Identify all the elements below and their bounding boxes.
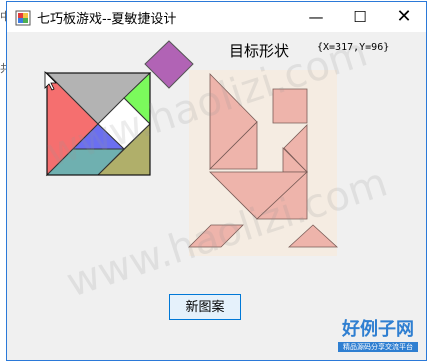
new-shape-button[interactable]: 新图案	[169, 294, 241, 320]
site-branding: 好例子网 精品源码分享交流平台	[338, 320, 418, 356]
app-window: 七巧板游戏--夏敏捷设计 — ☐ ✕ 目标形状 {X=317,Y=96} 新图案	[6, 1, 427, 361]
mouse-coords-readout: {X=317,Y=96}	[317, 42, 390, 53]
app-icon	[15, 10, 31, 26]
window-title: 七巧板游戏--夏敏捷设计	[37, 12, 177, 27]
close-button[interactable]: ✕	[382, 2, 426, 32]
source-tangram	[44, 71, 152, 177]
branding-subtitle: 精品源码分享交流平台	[338, 342, 418, 352]
target-shape-label: 目标形状	[229, 42, 290, 60]
purple-square-piece[interactable]	[144, 40, 194, 89]
title-bar[interactable]: 七巧板游戏--夏敏捷设计 — ☐ ✕	[7, 2, 426, 32]
game-canvas[interactable]: 目标形状 {X=317,Y=96} 新图案	[7, 32, 426, 360]
branding-logo-text: 好例子网	[342, 319, 414, 340]
maximize-button[interactable]: ☐	[338, 2, 382, 32]
minimize-button[interactable]: —	[294, 2, 338, 32]
